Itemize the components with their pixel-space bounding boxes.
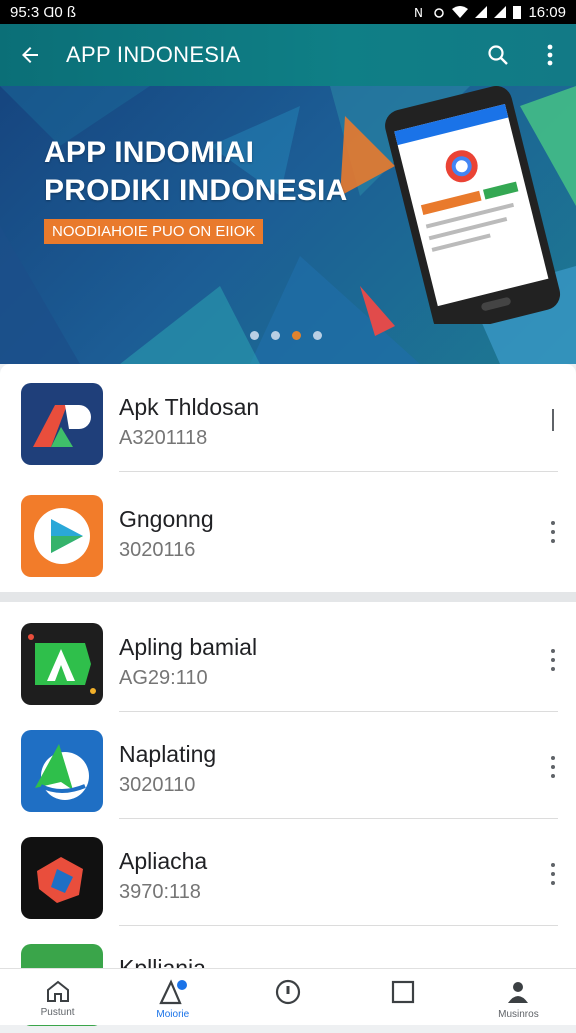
nav-label: Musinros: [498, 1009, 539, 1020]
promo-banner[interactable]: APP INDOMIAI PRODIKI INDONESIA NOODIAHOI…: [0, 86, 576, 364]
status-bar: 95:3 Ɑ0 ß N 16:09: [0, 0, 576, 24]
more-vert-icon: [547, 44, 553, 66]
carousel-dot[interactable]: [271, 331, 280, 340]
overflow-menu-button[interactable]: [524, 24, 576, 86]
app-icon-dark: [21, 837, 103, 919]
carousel-indicator: [250, 331, 322, 340]
signal-icon: [475, 6, 488, 18]
divider: [119, 471, 558, 472]
nav-item-home[interactable]: Pustunt: [0, 969, 115, 1025]
info-circle-icon: [275, 979, 301, 1005]
more-vert-icon: [552, 409, 554, 431]
list-item[interactable]: Naplating 3020110: [0, 711, 576, 819]
app-name: Apliacha: [119, 848, 208, 874]
section-divider: [0, 592, 576, 602]
apps-badge-icon: [159, 979, 187, 1005]
phone-mockup-image: [385, 86, 561, 324]
list-item[interactable]: Gngonng 3020116: [0, 476, 576, 584]
person-icon: [508, 982, 529, 1003]
svg-text:N: N: [414, 6, 423, 18]
nav-label: Moiorie: [156, 1009, 190, 1020]
banner-cta-label[interactable]: NOODIAHOIE PUO ON EIIOK: [44, 219, 264, 244]
banner-title-line2: PRODIKI INDONESIA: [44, 174, 348, 207]
signal-icon: [494, 6, 507, 18]
app-subtitle: AG29:110: [119, 667, 208, 689]
battery-icon: [513, 6, 522, 19]
nav-item-apps[interactable]: Moiorie: [115, 969, 230, 1025]
app-icon-blue-a: [21, 730, 103, 812]
page-title: APP INDONESIA: [66, 42, 241, 67]
square-icon: [392, 980, 415, 1004]
app-icon-ap: [21, 383, 103, 465]
app-name: Apk Thldosan: [119, 394, 260, 420]
status-time-right: 16:09: [528, 3, 566, 21]
back-arrow-icon: [22, 47, 38, 63]
app-list: Apk Thldosan A3201118 Gngonng 3020116 Ap…: [0, 364, 576, 1026]
more-options-button[interactable]: [538, 747, 568, 787]
wifi-icon: [452, 6, 469, 18]
back-button[interactable]: [0, 24, 60, 86]
app-subtitle: 3020116: [119, 539, 196, 561]
nav-label: Pustunt: [40, 1007, 75, 1018]
bottom-navigation: Pustunt Moiorie Musinros: [0, 968, 576, 1025]
carousel-dot-active[interactable]: [292, 331, 301, 340]
more-options-button[interactable]: [538, 512, 568, 552]
search-icon: [488, 45, 508, 65]
search-button[interactable]: [472, 24, 524, 86]
nav-item-library[interactable]: [346, 969, 461, 1025]
app-icon-green-a: [21, 623, 103, 705]
list-item[interactable]: Apk Thldosan A3201118: [0, 364, 576, 472]
banner-title-line1: APP INDOMIAI: [44, 136, 255, 169]
app-name: Naplating: [119, 741, 217, 767]
app-name: Gngonng: [119, 506, 214, 532]
more-options-button[interactable]: [538, 640, 568, 680]
home-icon: [46, 980, 69, 1002]
status-time-left: 95:3 Ɑ0 ß: [10, 3, 77, 21]
carousel-dot[interactable]: [313, 331, 322, 340]
more-options-button[interactable]: [538, 400, 568, 440]
app-subtitle: 3970:118: [119, 881, 201, 903]
app-subtitle: A3201118: [119, 427, 208, 449]
app-subtitle: 3020110: [119, 774, 196, 796]
nfc-icon: N: [414, 6, 423, 18]
list-item[interactable]: Apliacha 3970:118: [0, 818, 576, 926]
alarm-icon: [434, 8, 445, 18]
status-icons: N 16:09: [414, 4, 566, 21]
nav-item-profile[interactable]: Musinros: [461, 969, 576, 1025]
more-options-button[interactable]: [538, 854, 568, 894]
nav-item-updates[interactable]: [230, 969, 345, 1025]
app-name: Apling bamial: [119, 634, 258, 660]
app-icon-play: [21, 495, 103, 577]
list-item[interactable]: Apling bamial AG29:110: [0, 604, 576, 712]
carousel-dot[interactable]: [250, 331, 259, 340]
app-bar: APP INDONESIA: [0, 24, 576, 86]
